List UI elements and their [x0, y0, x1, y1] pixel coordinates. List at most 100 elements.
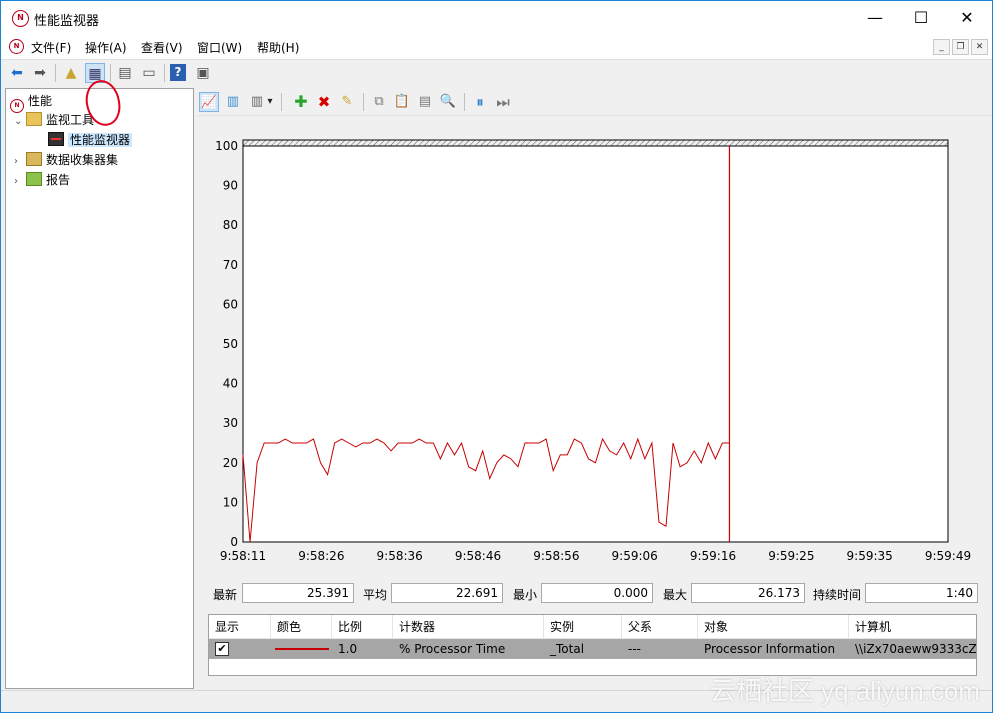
x-tick-label: 9:58:56	[533, 549, 579, 563]
copy-properties-icon[interactable]: ⧉	[369, 92, 389, 112]
delete-counter-icon[interactable]: ✖	[314, 92, 334, 112]
toolbar-separator	[55, 64, 56, 82]
view-histogram-icon[interactable]: ▥	[223, 92, 243, 112]
add-counter-icon[interactable]: ✚	[291, 92, 311, 112]
menu-help[interactable]: 帮助(H)	[257, 39, 299, 56]
x-tick-label: 9:58:36	[377, 549, 423, 563]
x-tick-label: 9:59:25	[768, 549, 814, 563]
system-menu-icon[interactable]: N	[9, 39, 24, 54]
show-checkbox[interactable]: ✔	[215, 642, 229, 656]
maximum-value: 26.173	[691, 583, 805, 603]
toolbar-separator	[281, 93, 282, 111]
view-graph-icon[interactable]: 📈	[199, 92, 219, 112]
computer-cell: \\iZx70aeww9333cZ	[855, 642, 976, 656]
export-list-icon[interactable]: ▤	[115, 63, 135, 83]
line-chart[interactable]: 0 10 20 30 40 50 60 70 80 90 100 9:58:11 9:58:26 9:58…	[197, 118, 992, 568]
highlight-icon[interactable]: ✎	[337, 92, 357, 112]
y-tick-label: 50	[223, 337, 238, 351]
y-tick-label: 30	[223, 416, 238, 430]
tree-item-data-collector-sets[interactable]: › 数据收集器集	[14, 151, 118, 169]
title-bar: N 性能监视器 — ☐ ✕	[1, 1, 992, 35]
menu-action[interactable]: 操作(A)	[85, 39, 127, 56]
properties-icon[interactable]: ▤	[415, 92, 435, 112]
parent-cell: ---	[628, 642, 641, 656]
column-header-color[interactable]: 颜色	[271, 615, 332, 639]
column-header-counter[interactable]: 计数器	[393, 615, 544, 639]
toolbar-separator	[363, 93, 364, 111]
view-pane-icon[interactable]: ▣	[193, 63, 213, 83]
zoom-icon[interactable]: 🔍	[438, 92, 458, 112]
tree-item-performance[interactable]: N 性能	[10, 92, 52, 113]
menu-file[interactable]: 文件(F)	[31, 39, 71, 56]
main-toolbar: ⬅ ➡ ▲ ▦ ▤ ▭ ? ▣	[1, 59, 992, 85]
y-tick-label: 70	[223, 258, 238, 272]
y-tick-label: 0	[230, 535, 238, 549]
change-graph-type-icon[interactable]: ▥	[247, 92, 267, 112]
y-tick-label: 80	[223, 218, 238, 232]
back-arrow-icon[interactable]: ⬅	[7, 63, 27, 83]
minimize-button[interactable]: —	[852, 1, 898, 35]
tree-item-monitoring-tools[interactable]: ⌄ 监视工具	[14, 111, 94, 129]
average-value: 22.691	[391, 583, 503, 603]
overflow-band	[242, 139, 949, 147]
window-title: 性能监视器	[34, 14, 100, 29]
expand-arrow-icon[interactable]: ›	[14, 173, 26, 191]
y-tick-label: 60	[223, 297, 238, 311]
help-icon[interactable]: ?	[170, 64, 186, 81]
counter-list-header: 显示 颜色 比例 计数器 实例 父系 对象 计算机	[209, 615, 976, 639]
update-data-icon[interactable]: ⏭	[493, 92, 513, 112]
average-label: 平均	[363, 588, 388, 602]
tree-item-performance-monitor[interactable]: 性能监视器	[48, 131, 133, 149]
mdi-close-button[interactable]: ✕	[971, 39, 988, 55]
instance-cell: _Total	[550, 642, 585, 656]
tree-item-label: 数据收集器集	[46, 153, 119, 167]
close-button[interactable]: ✕	[944, 1, 990, 35]
maximize-button[interactable]: ☐	[898, 1, 944, 35]
tree-item-label: 性能监视器	[68, 133, 133, 147]
forward-arrow-icon[interactable]: ➡	[30, 63, 50, 83]
print-icon[interactable]: ▭	[139, 63, 159, 83]
column-header-object[interactable]: 对象	[698, 615, 849, 639]
paste-counter-list-icon[interactable]: 📋	[392, 92, 412, 112]
performance-app-icon: N	[12, 10, 29, 27]
column-header-scale[interactable]: 比例	[332, 615, 393, 639]
table-row[interactable]: ✔ 1.0 % Processor Time _Total --- Proces…	[209, 639, 976, 659]
toolbar-separator	[110, 64, 111, 82]
toolbar-separator	[164, 64, 165, 82]
graph-type-dropdown-icon[interactable]: ▾	[265, 92, 275, 112]
duration-label: 持续时间	[813, 588, 862, 602]
object-cell: Processor Information	[704, 642, 836, 656]
menu-window[interactable]: 窗口(W)	[197, 39, 242, 56]
y-tick-label: 20	[223, 456, 238, 470]
plot-area	[242, 145, 949, 543]
x-tick-label: 9:58:26	[298, 549, 344, 563]
duration-value: 1:40	[865, 583, 978, 603]
expand-arrow-icon[interactable]: ›	[14, 153, 26, 171]
column-header-instance[interactable]: 实例	[544, 615, 622, 639]
collapse-arrow-icon[interactable]: ⌄	[14, 113, 26, 131]
performance-monitor-window: N 性能监视器 — ☐ ✕ N 文件(F) 操作(A) 查看(V) 窗口(W) …	[0, 0, 993, 713]
counter-cell: % Processor Time	[399, 642, 506, 656]
mdi-restore-button[interactable]: ❐	[952, 39, 969, 55]
toolbar-separator	[464, 93, 465, 111]
x-tick-label: 9:59:49	[925, 549, 971, 563]
mdi-minimize-button[interactable]: _	[933, 39, 950, 55]
series-color-swatch	[275, 648, 329, 650]
graph-toolbar: 📈 ▥ ▥ ▾ ✚ ✖ ✎ ⧉ 📋 ▤ 🔍 ⏸ ⏭	[197, 88, 992, 116]
y-tick-label: 90	[223, 179, 238, 193]
menu-view[interactable]: 查看(V)	[141, 39, 183, 56]
statistics-bar: 最新 25.391 平均 22.691 最小 0.000 最大 26.173 持…	[197, 581, 992, 605]
counter-list: 显示 颜色 比例 计数器 实例 父系 对象 计算机 ✔ 1.0 % Proces…	[208, 614, 977, 676]
freeze-display-icon[interactable]: ⏸	[470, 92, 490, 112]
watermark: 云栖社区 yq.aliyun.com	[709, 676, 980, 706]
menu-bar: N 文件(F) 操作(A) 查看(V) 窗口(W) 帮助(H)	[1, 35, 992, 59]
column-header-show[interactable]: 显示	[209, 615, 271, 639]
up-folder-icon[interactable]: ▲	[61, 63, 81, 83]
report-icon	[26, 172, 42, 186]
tree-item-reports[interactable]: › 报告	[14, 171, 70, 189]
minimum-label: 最小	[513, 588, 538, 602]
x-tick-label: 9:59:06	[612, 549, 658, 563]
column-header-parent[interactable]: 父系	[622, 615, 698, 639]
scale-cell: 1.0	[338, 642, 358, 656]
column-header-computer[interactable]: 计算机	[849, 615, 976, 639]
